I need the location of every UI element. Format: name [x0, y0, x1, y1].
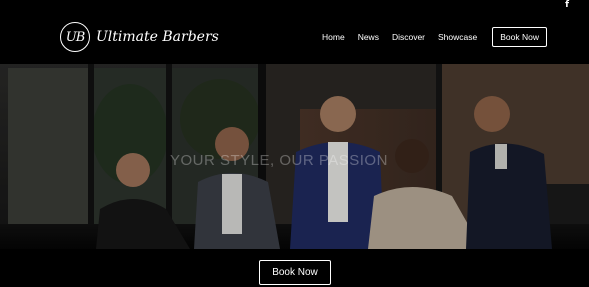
- book-now-button[interactable]: Book Now: [259, 260, 331, 285]
- main-nav: Home News Discover Showcase Book Now: [322, 27, 547, 47]
- nav-discover[interactable]: Discover: [392, 27, 425, 47]
- top-bar: f: [0, 0, 589, 12]
- facebook-icon[interactable]: f: [565, 0, 569, 10]
- hero-banner: YOUR STYLE, OUR PASSION: [0, 64, 589, 249]
- nav-book-now-button[interactable]: Book Now: [492, 27, 547, 47]
- site-header: UB Ultimate Barbers Home News Discover S…: [0, 12, 589, 64]
- hero-tagline: YOUR STYLE, OUR PASSION: [170, 152, 388, 169]
- nav-showcase[interactable]: Showcase: [438, 27, 477, 47]
- brand-name: Ultimate Barbers: [96, 29, 219, 45]
- logo-monogram-text: UB: [65, 29, 85, 45]
- site-logo[interactable]: UB Ultimate Barbers: [60, 22, 219, 52]
- nav-news[interactable]: News: [358, 27, 379, 47]
- nav-home[interactable]: Home: [322, 27, 345, 47]
- logo-monogram: UB: [60, 22, 90, 52]
